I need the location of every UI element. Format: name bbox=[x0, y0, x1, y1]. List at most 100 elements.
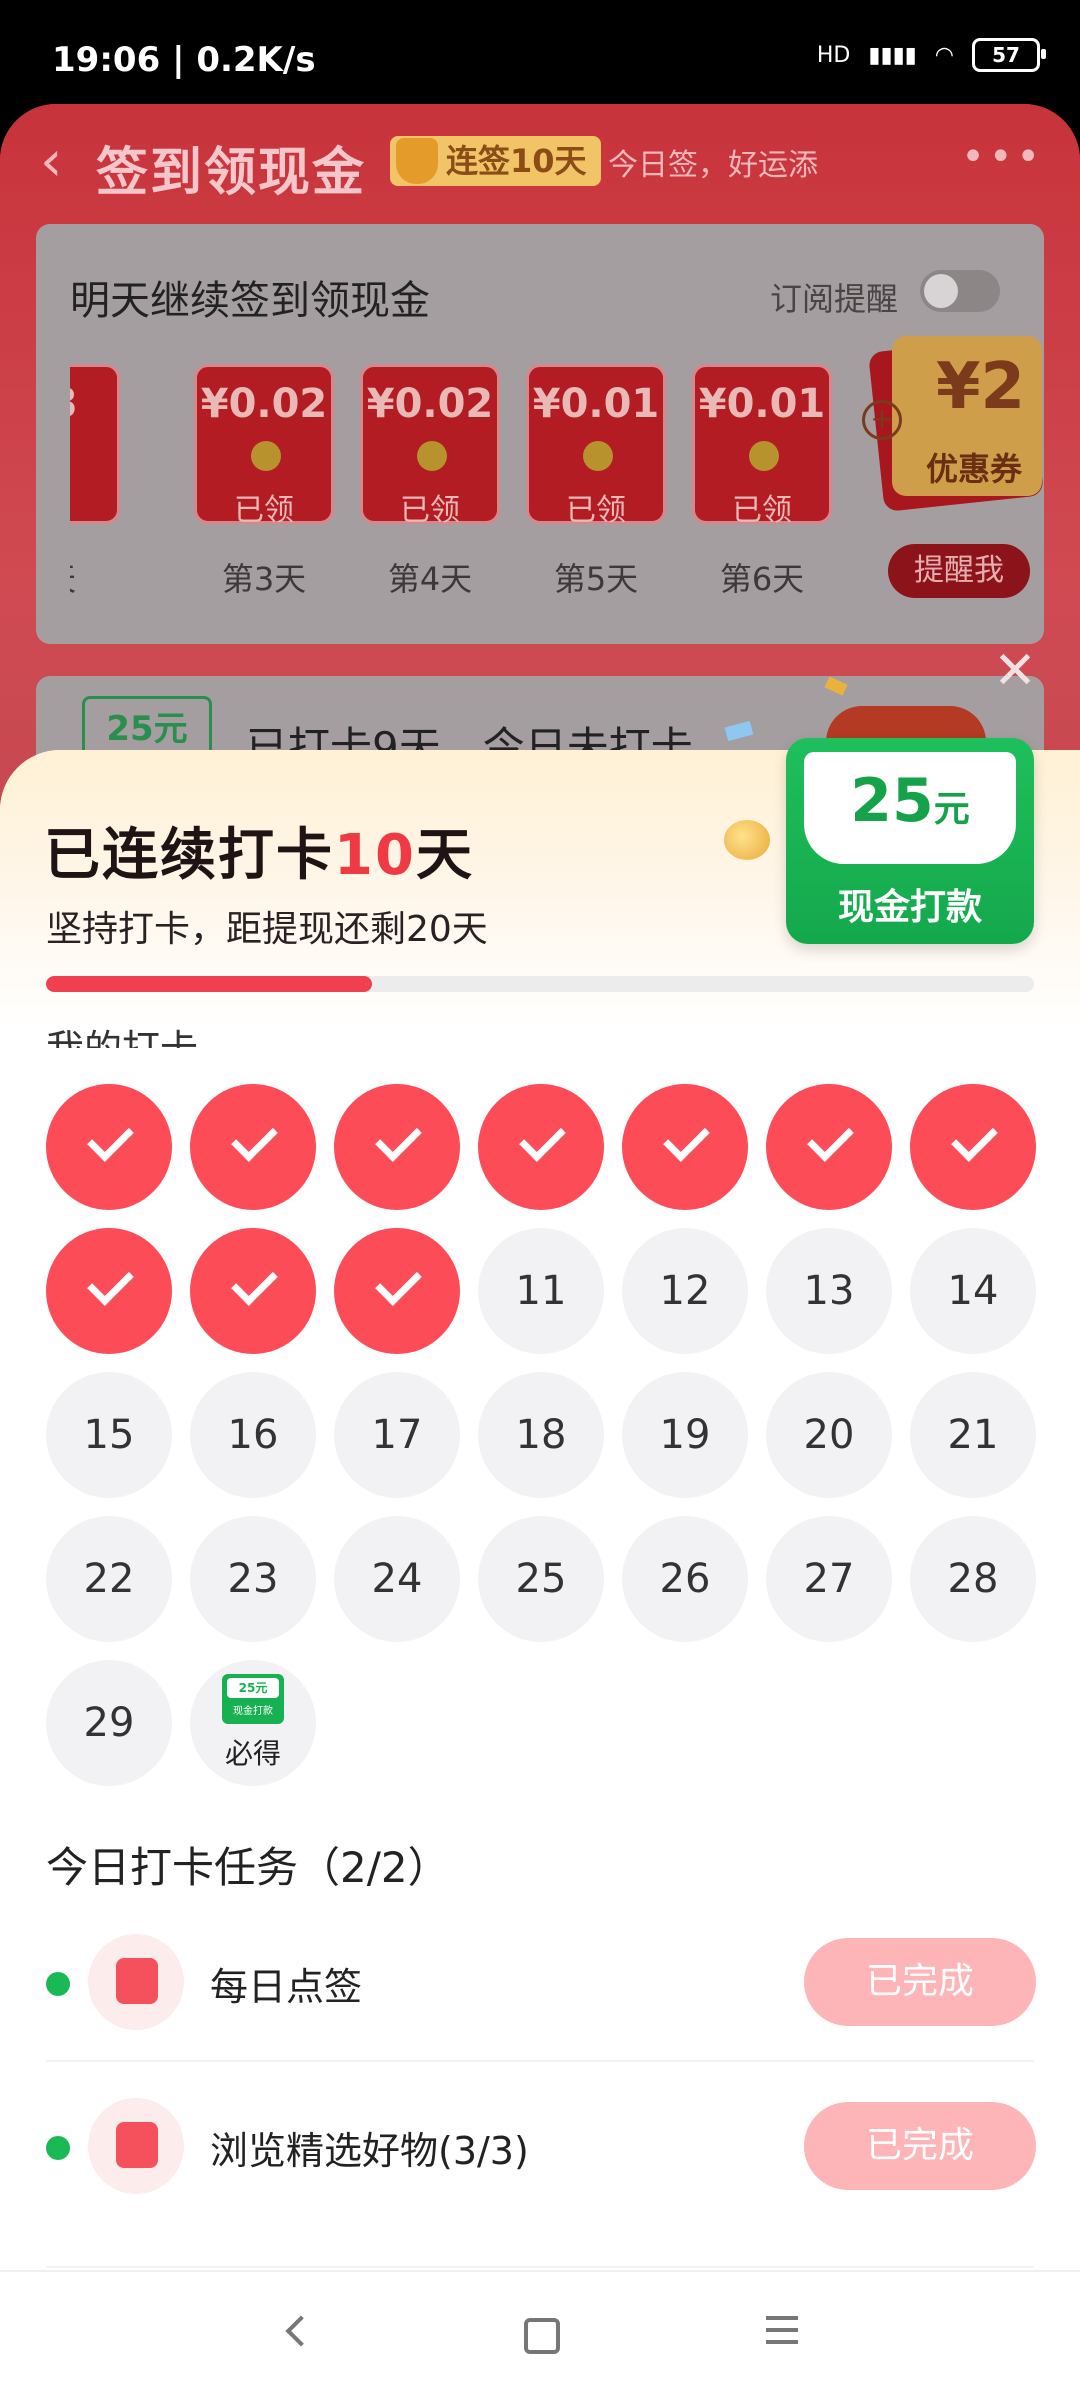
cash-amount-unit: 元 bbox=[933, 789, 970, 830]
nav-back-icon[interactable] bbox=[276, 2312, 316, 2352]
coin-icon bbox=[749, 441, 779, 471]
envelope-day: 2天 bbox=[70, 554, 120, 600]
day-cell: 21 bbox=[910, 1372, 1036, 1498]
checkin-sheet: 已连续打卡10天 坚持打卡，距提现还剩20天 我的打卡 11121314 1516… bbox=[0, 750, 1080, 2400]
subscribe-label: 订阅提醒 bbox=[770, 280, 899, 318]
status-bar: 19:06 | 0.2K/s HD ▮▮▮▮ ◠ 57 bbox=[0, 0, 1080, 104]
page-title: 签到领现金 bbox=[96, 143, 367, 203]
day-cell: 15 bbox=[46, 1372, 172, 1498]
nav-home-icon[interactable] bbox=[524, 2318, 560, 2354]
day-cell: 28 bbox=[910, 1516, 1036, 1642]
envelope-day: 第3天 bbox=[221, 560, 307, 598]
page-header: ‹ 签到领现金 连签10天 今日签，好运添 ••• bbox=[0, 104, 1080, 224]
streak-title-prefix: 已连续打卡 bbox=[44, 823, 334, 888]
plus-icon: + bbox=[862, 400, 902, 440]
envelope-status: 已领 bbox=[732, 493, 792, 528]
day-cell: 18 bbox=[478, 1372, 604, 1498]
streak-title: 已连续打卡10天 bbox=[44, 810, 474, 891]
task-done-button[interactable]: 已完成 bbox=[804, 2102, 1036, 2190]
divider bbox=[46, 2266, 1034, 2268]
envelope-amount: ¥0.01 bbox=[532, 381, 660, 427]
cash-card: 25元 现金打款 bbox=[786, 738, 1034, 944]
day-cell-checked bbox=[334, 1228, 460, 1354]
bonus-label: 必得 bbox=[224, 1737, 281, 1770]
close-icon[interactable]: ✕ bbox=[990, 645, 1040, 697]
day-cell: 20 bbox=[766, 1372, 892, 1498]
envelope-status: 领 bbox=[70, 485, 117, 529]
streak-subtitle: 坚持打卡，距提现还剩20天 bbox=[46, 909, 488, 950]
day-cell-checked bbox=[478, 1084, 604, 1210]
coin-icon bbox=[417, 441, 447, 471]
day-cell-checked bbox=[190, 1084, 316, 1210]
day-cell: 25 bbox=[478, 1516, 604, 1642]
day-cell-checked bbox=[46, 1084, 172, 1210]
day-cell: 27 bbox=[766, 1516, 892, 1642]
streak-badge: 连签10天 bbox=[390, 136, 601, 186]
envelope-day: 第4天 bbox=[387, 560, 473, 598]
tasks-title: 今日打卡任务（2/2） bbox=[46, 1843, 450, 1892]
day-cell-checked bbox=[334, 1084, 460, 1210]
day-cell: 19 bbox=[622, 1372, 748, 1498]
day-cell: 26 bbox=[622, 1516, 748, 1642]
slogan: 今日签，好运添 bbox=[608, 148, 818, 183]
wifi-icon: ◠ bbox=[934, 42, 954, 68]
task-done-button[interactable]: 已完成 bbox=[804, 1938, 1036, 2026]
day-cell-checked bbox=[190, 1228, 316, 1354]
signal-icon: ▮▮▮▮ bbox=[868, 42, 917, 68]
task-label: 浏览精选好物(3/3) bbox=[210, 2129, 529, 2173]
day-cell-checked bbox=[910, 1084, 1036, 1210]
remind-button[interactable]: 提醒我 bbox=[888, 544, 1030, 598]
envelope: ¥0.01 已领 第5天 bbox=[526, 364, 666, 600]
day-cell: 17 bbox=[334, 1372, 460, 1498]
coupon[interactable]: ¥2 优惠券 + bbox=[862, 334, 1044, 512]
day-cell: 23 bbox=[190, 1516, 316, 1642]
signin-card-title: 明天继续签到领现金 bbox=[70, 278, 430, 324]
status-time: 19:06 | 0.2K/s bbox=[52, 40, 316, 80]
subscribe-toggle[interactable] bbox=[920, 270, 1000, 312]
back-icon[interactable]: ‹ bbox=[40, 134, 62, 190]
cash-card-label: 现金打款 bbox=[837, 887, 982, 928]
divider bbox=[46, 2060, 1034, 2062]
coin-icon bbox=[583, 441, 613, 471]
bonus-day-cell: 25元 现金打款必得 bbox=[190, 1660, 316, 1786]
envelope-amount: 03 bbox=[70, 381, 117, 427]
status-dot bbox=[46, 2136, 70, 2160]
signin-card: 明天继续签到领现金 订阅提醒 03 领 2天 ¥0.02 已领 第3天 ¥0.02 已… bbox=[36, 224, 1044, 644]
task-row: 浏览精选好物(3/3) 已完成 bbox=[0, 2080, 1080, 2210]
day-cell-checked bbox=[766, 1084, 892, 1210]
cash-amount-value: 25 bbox=[850, 766, 934, 836]
battery-level: 57 bbox=[992, 43, 1020, 67]
status-icons: HD ▮▮▮▮ ◠ 57 bbox=[816, 38, 1046, 72]
calendar-icon bbox=[88, 1934, 184, 2030]
shield-icon bbox=[396, 138, 438, 184]
day-cell-checked bbox=[622, 1084, 748, 1210]
coupon-label: 优惠券 bbox=[926, 450, 1023, 488]
streak-title-suffix: 天 bbox=[415, 823, 474, 888]
navigation-bar bbox=[0, 2270, 1080, 2402]
coupon-front: ¥2 优惠券 bbox=[892, 336, 1042, 496]
more-icon[interactable]: ••• bbox=[961, 134, 1044, 180]
envelope-status: 已领 bbox=[400, 493, 460, 528]
streak-title-number: 10 bbox=[334, 823, 416, 888]
section-label: 我的打卡 bbox=[46, 1018, 198, 1048]
progress-fill bbox=[46, 976, 373, 992]
battery-icon: 57 bbox=[972, 38, 1046, 72]
envelope-day: 第6天 bbox=[719, 560, 805, 598]
cash-card-face: 25元 bbox=[804, 752, 1016, 864]
network-label: HD bbox=[816, 42, 851, 68]
envelope: ¥0.02 已领 第4天 bbox=[360, 364, 500, 600]
envelope-status: 已领 bbox=[234, 493, 294, 528]
day-cell: 24 bbox=[334, 1516, 460, 1642]
day-cell-checked bbox=[46, 1228, 172, 1354]
day-cell: 16 bbox=[190, 1372, 316, 1498]
envelope: ¥0.01 已领 第6天 bbox=[692, 364, 832, 600]
task-row: 每日点签 已完成 bbox=[0, 1916, 1080, 2046]
envelope: 03 领 2天 bbox=[70, 364, 120, 600]
nav-menu-icon[interactable] bbox=[766, 2316, 802, 2348]
cash-ticket-icon: 25元 现金打款 bbox=[222, 1674, 284, 1724]
streak-badge-label: 连签10天 bbox=[446, 142, 587, 180]
day-cell: 14 bbox=[910, 1228, 1036, 1354]
envelope-amount: ¥0.02 bbox=[366, 381, 494, 427]
envelope-day: 第5天 bbox=[553, 560, 639, 598]
envelope-status: 已领 bbox=[566, 493, 626, 528]
